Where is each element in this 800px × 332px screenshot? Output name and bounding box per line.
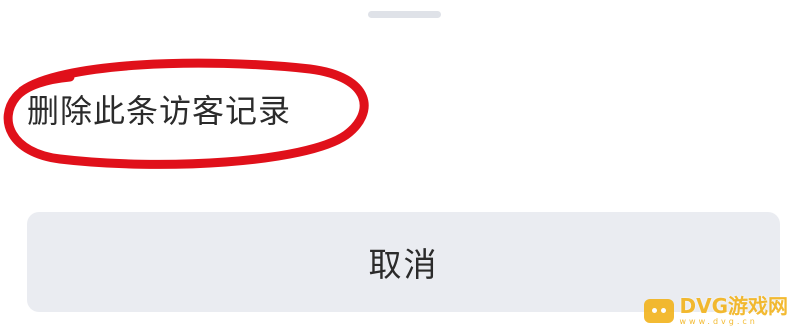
watermark-subtext: www.dvg.cn bbox=[679, 317, 758, 326]
bottom-action-sheet: 删除此条访客记录 取消 DVG游戏网 www.dvg.cn bbox=[0, 0, 800, 332]
drag-handle[interactable] bbox=[368, 11, 441, 18]
watermark-brand: DVG游戏网 bbox=[679, 294, 789, 318]
delete-visitor-record-option[interactable]: 删除此条访客记录 bbox=[27, 91, 291, 131]
watermark: DVG游戏网 www.dvg.cn bbox=[643, 294, 789, 326]
cancel-button-label: 取消 bbox=[368, 245, 439, 284]
gamepad-logo-icon bbox=[643, 299, 674, 323]
